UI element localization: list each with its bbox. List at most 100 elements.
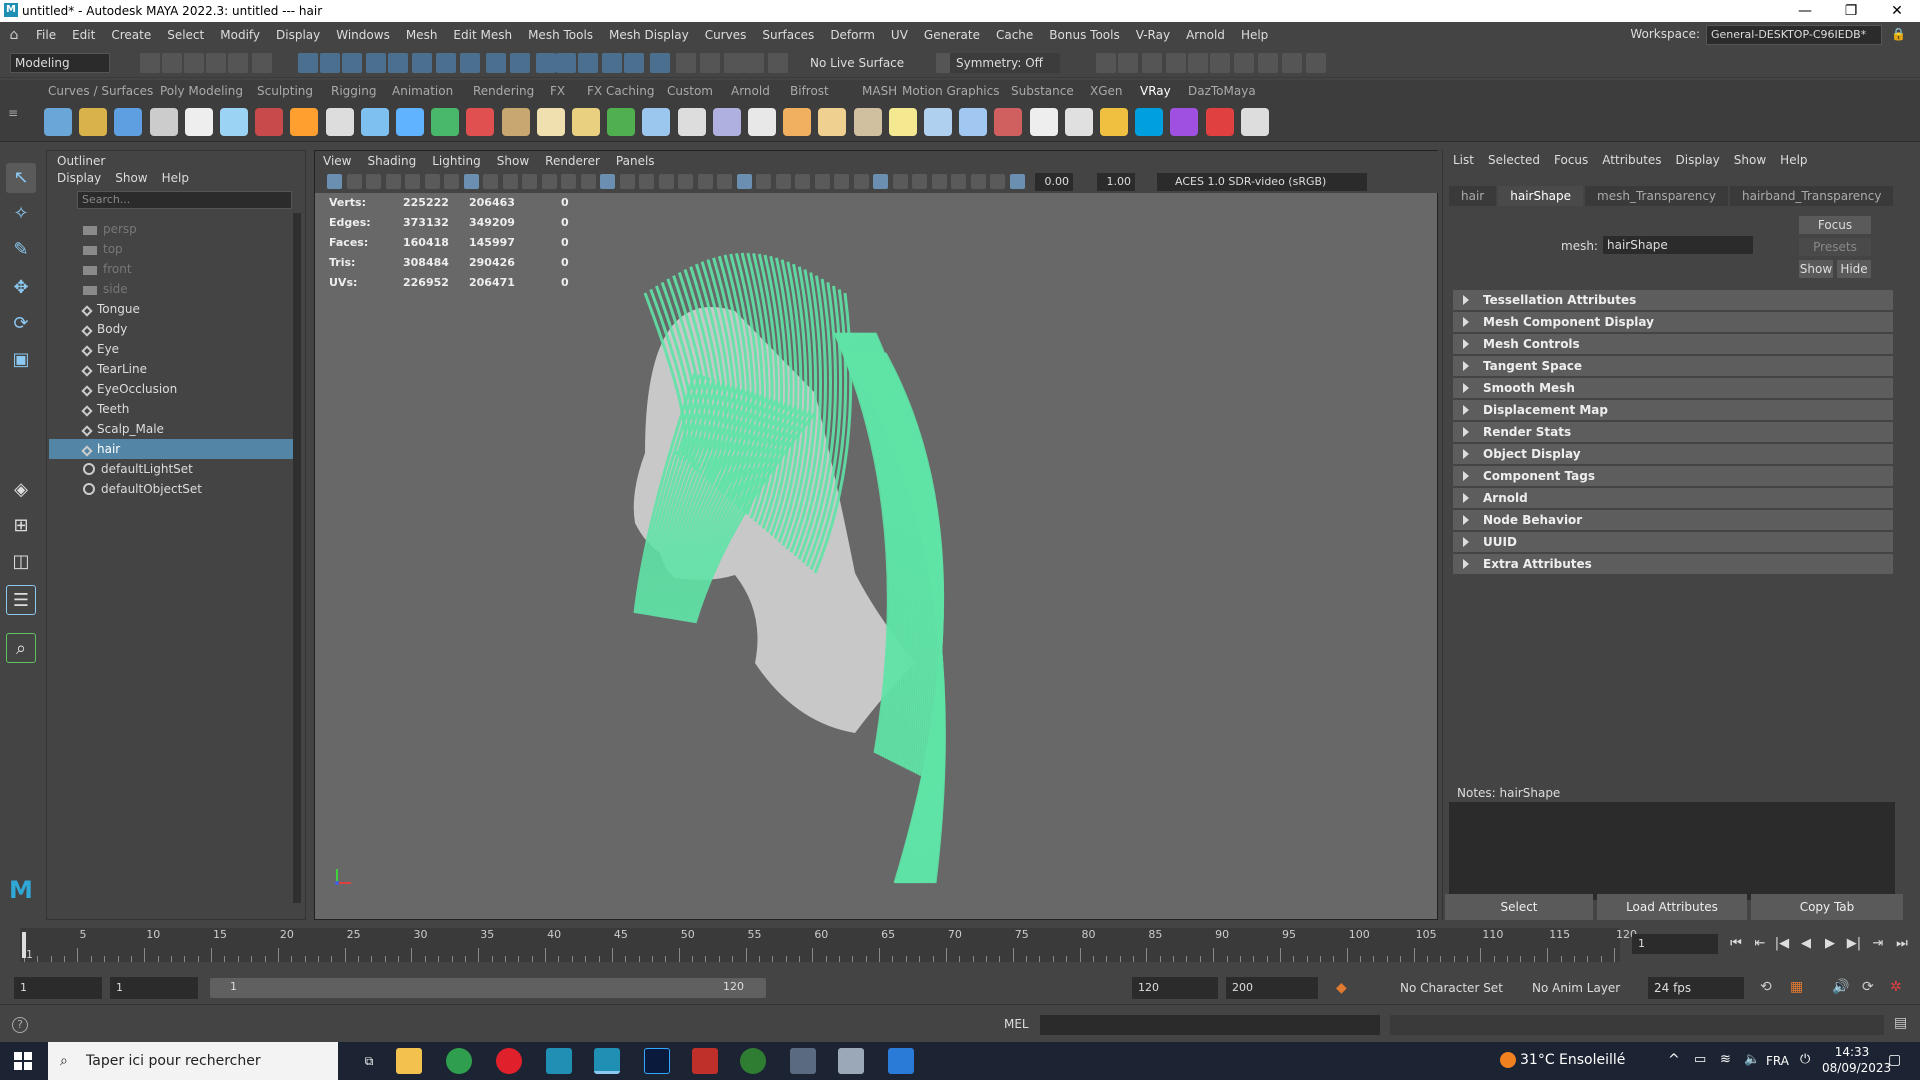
status-tool-icon[interactable]: [162, 53, 182, 73]
viewport-tool-icon[interactable]: [717, 174, 732, 189]
shelf-tab-custom[interactable]: Custom: [667, 84, 713, 98]
mel-input[interactable]: [1040, 1015, 1380, 1035]
weather-icon[interactable]: [1500, 1052, 1516, 1068]
status-tool-icon[interactable]: [724, 53, 744, 73]
status-tool-icon[interactable]: [650, 53, 670, 73]
menu-cache[interactable]: Cache: [988, 28, 1041, 42]
vray-shelf-icon[interactable]: [924, 108, 952, 136]
go-to-end-icon[interactable]: ⏭: [1894, 936, 1910, 952]
status-tool-icon[interactable]: [602, 53, 622, 73]
viewport-tool-icon[interactable]: [697, 174, 713, 189]
language-indicator[interactable]: FRA: [1766, 1054, 1789, 1068]
viewport-tool-icon[interactable]: [990, 174, 1005, 189]
status-tool-icon[interactable]: [486, 53, 506, 73]
viewport-tool-icon[interactable]: [951, 174, 966, 189]
select-tool-icon[interactable]: ↖: [6, 163, 36, 193]
mel-label[interactable]: MEL: [1004, 1017, 1029, 1031]
viewport-tool-icon[interactable]: [658, 174, 674, 189]
vray-shelf-icon[interactable]: [325, 108, 354, 136]
menu-uv[interactable]: UV: [883, 28, 916, 42]
status-tool-icon[interactable]: [1210, 53, 1230, 73]
vray-shelf-icon[interactable]: [677, 108, 706, 136]
menu-file[interactable]: File: [28, 28, 64, 42]
shelf-tab-vray[interactable]: VRay: [1140, 84, 1171, 98]
help-icon[interactable]: ?: [12, 1017, 28, 1033]
status-tool-icon[interactable]: [676, 53, 696, 73]
status-tool-icon[interactable]: [320, 53, 340, 73]
shelf-tab-motion-graphics[interactable]: Motion Graphics: [902, 84, 1000, 98]
move-tool-icon[interactable]: ✥: [6, 273, 36, 303]
lasso-tool-icon[interactable]: ✧: [6, 199, 36, 229]
file-explorer-icon[interactable]: [396, 1048, 422, 1074]
edge-icon[interactable]: [740, 1048, 766, 1074]
anim-start-field[interactable]: 1: [14, 977, 102, 999]
status-tool-icon[interactable]: [252, 53, 272, 73]
outliner-menu-show[interactable]: Show: [115, 171, 147, 185]
status-tool-icon[interactable]: [1282, 53, 1302, 73]
vray-shelf-icon[interactable]: [607, 108, 636, 136]
status-tool-icon[interactable]: [228, 53, 248, 73]
playback-start-field[interactable]: 1: [110, 977, 198, 999]
status-tool-icon[interactable]: [1142, 53, 1162, 73]
viewport-tool-icon[interactable]: [892, 174, 908, 189]
refresh-icon[interactable]: ⟳: [1862, 979, 1874, 995]
outliner-item-scalp_male[interactable]: Scalp_Male: [81, 419, 293, 439]
outliner-scrollbar[interactable]: [293, 213, 301, 903]
menu-modify[interactable]: Modify: [212, 28, 268, 42]
playback-end-field[interactable]: 120: [1132, 977, 1218, 999]
vray-shelf-icon[interactable]: [1029, 108, 1058, 136]
status-tool-icon[interactable]: [556, 53, 576, 73]
outliner-item-tongue[interactable]: Tongue: [81, 299, 293, 319]
sound-icon[interactable]: 🔊: [1832, 979, 1849, 995]
vray-shelf-icon[interactable]: [290, 108, 319, 136]
shelf-tab-fx-caching[interactable]: FX Caching: [587, 84, 654, 98]
attr-section-render-stats[interactable]: Render Stats: [1453, 422, 1893, 442]
notifications-icon[interactable]: ▢: [1888, 1052, 1901, 1068]
vray-shelf-icon[interactable]: [1135, 108, 1164, 136]
viewport-tool-icon[interactable]: [1009, 174, 1025, 189]
shelf-tab-rendering[interactable]: Rendering: [473, 84, 534, 98]
vray-shelf-icon[interactable]: [1240, 108, 1269, 136]
step-forward-frame-icon[interactable]: ▶|: [1846, 936, 1862, 952]
status-tool-icon[interactable]: [342, 53, 362, 73]
viewport-tool-icon[interactable]: [853, 174, 869, 189]
status-tool-icon[interactable]: [700, 53, 720, 73]
photoshop-icon[interactable]: [644, 1048, 670, 1074]
attr-section-mesh-controls[interactable]: Mesh Controls: [1453, 334, 1893, 354]
outliner-item-persp[interactable]: persp: [83, 219, 293, 239]
menu-set-select[interactable]: Modeling: [10, 53, 110, 73]
vray-shelf-icon[interactable]: [501, 108, 530, 136]
viewport-tool-icon[interactable]: [970, 174, 986, 189]
vray-shelf-icon[interactable]: [853, 108, 882, 136]
rotate-tool-icon[interactable]: ⟳: [6, 309, 36, 339]
vray-shelf-icon[interactable]: [536, 108, 565, 136]
app-icon[interactable]: [692, 1048, 718, 1074]
loop-icon[interactable]: ⟲: [1760, 979, 1772, 995]
vray-shelf-icon[interactable]: [360, 108, 389, 136]
attr-tab-hair[interactable]: hair: [1449, 186, 1497, 206]
vray-shelf-icon[interactable]: [1205, 108, 1234, 136]
shelf-tab-mash[interactable]: MASH: [862, 84, 897, 98]
viewport-panel[interactable]: View Shading Lighting Show Renderer Panels 0.…: [314, 150, 1439, 920]
status-tool-icon[interactable]: [1306, 53, 1326, 73]
timeline-track[interactable]: 1 5 10 15 20 25 30 35 40 45 50 55 60 65 70 75 80 85 90 95 10…: [20, 928, 1637, 962]
viewport-menu-view[interactable]: View: [315, 154, 359, 168]
attr-section-displacement-map[interactable]: Displacement Map: [1453, 400, 1893, 420]
calculator-icon[interactable]: [790, 1048, 816, 1074]
attr-section-object-display[interactable]: Object Display: [1453, 444, 1893, 464]
shelf-tab-poly-modeling[interactable]: Poly Modeling: [160, 84, 243, 98]
viewport-tool-icon[interactable]: [834, 174, 849, 189]
focus-assist-icon[interactable]: ⏻: [1800, 1052, 1810, 1067]
shelf-menu-icon[interactable]: ≡: [8, 106, 22, 138]
attr-menu-selected[interactable]: Selected: [1488, 153, 1540, 167]
shelf-tab-xgen[interactable]: XGen: [1090, 84, 1123, 98]
outliner-item-defaultobjectset[interactable]: defaultObjectSet: [83, 479, 293, 499]
shelf-tab-fx[interactable]: FX: [550, 84, 565, 98]
menu-mesh-display[interactable]: Mesh Display: [601, 28, 697, 42]
status-tool-icon[interactable]: [744, 53, 764, 73]
four-view-icon[interactable]: ⊞: [6, 511, 36, 541]
status-tool-icon[interactable]: [298, 53, 318, 73]
menu-mesh[interactable]: Mesh: [398, 28, 446, 42]
vray-shelf-icon[interactable]: [1100, 108, 1128, 136]
viewport-tool-icon[interactable]: [912, 174, 927, 189]
